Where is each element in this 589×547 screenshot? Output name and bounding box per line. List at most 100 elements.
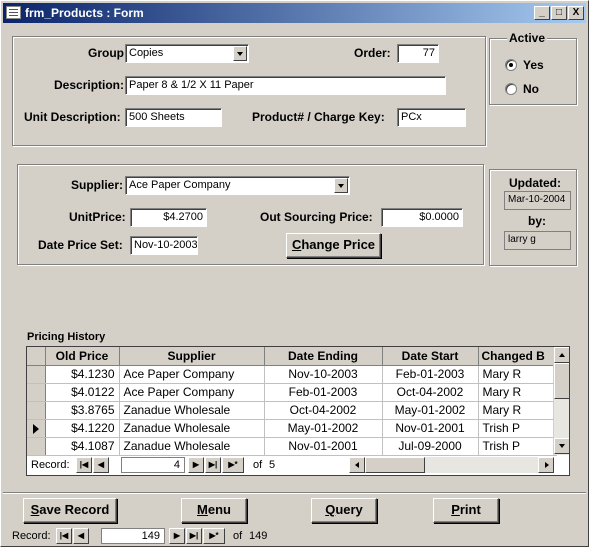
print-button[interactable]: Print bbox=[433, 498, 499, 523]
title-bar: frm_Products : Form _ □ X bbox=[3, 3, 586, 23]
scroll-thumb[interactable] bbox=[554, 363, 569, 399]
group-combo[interactable]: Copies bbox=[125, 44, 249, 63]
column-header[interactable]: Date Ending bbox=[264, 347, 383, 366]
table-cell[interactable]: May-01-2002 bbox=[382, 401, 479, 420]
column-header[interactable]: Date Start bbox=[382, 347, 479, 366]
prev-record-icon[interactable]: ◀ bbox=[93, 457, 109, 473]
table-row[interactable]: $3.8765 Zanadue Wholesale Oct-04-2002 May-0… bbox=[27, 401, 557, 420]
active-no-radio[interactable] bbox=[505, 83, 517, 95]
last-record-icon[interactable]: ▶| bbox=[186, 528, 202, 544]
active-yes-radio[interactable] bbox=[505, 59, 517, 71]
scroll-right-icon[interactable] bbox=[538, 457, 554, 473]
close-button[interactable]: X bbox=[568, 6, 584, 20]
row-selector[interactable] bbox=[27, 383, 46, 402]
table-cell[interactable]: Feb-01-2003 bbox=[382, 365, 479, 384]
table-cell[interactable]: Zanadue Wholesale bbox=[119, 437, 265, 456]
table-cell[interactable]: Feb-01-2003 bbox=[264, 383, 383, 402]
save-record-button[interactable]: Save Record bbox=[23, 498, 117, 523]
table-cell[interactable]: May-01-2002 bbox=[264, 419, 383, 438]
date-price-set-input[interactable]: Nov-10-2003 bbox=[130, 236, 198, 255]
table-cell[interactable]: Oct-04-2002 bbox=[382, 383, 479, 402]
pricing-history-grid[interactable]: Old Price Supplier Date Ending Date Star… bbox=[26, 346, 570, 476]
unit-description-input[interactable]: 500 Sheets bbox=[125, 108, 222, 127]
unit-price-input[interactable]: $4.2700 bbox=[130, 208, 207, 227]
last-record-icon[interactable]: ▶| bbox=[205, 457, 221, 473]
supplier-label: Supplier: bbox=[71, 178, 124, 192]
order-label: Order: bbox=[354, 46, 391, 60]
table-cell[interactable]: Ace Paper Company bbox=[119, 365, 265, 384]
table-cell[interactable]: Jul-09-2000 bbox=[382, 437, 479, 456]
print-label: Print bbox=[451, 502, 481, 517]
table-cell[interactable]: Oct-04-2002 bbox=[264, 401, 383, 420]
menu-label: Menu bbox=[197, 502, 231, 517]
next-record-icon[interactable]: ▶ bbox=[188, 457, 204, 473]
scroll-up-icon[interactable] bbox=[554, 347, 569, 363]
table-cell[interactable]: $3.8765 bbox=[45, 401, 120, 420]
order-input[interactable]: 77 bbox=[397, 44, 439, 63]
form-icon bbox=[6, 6, 21, 19]
table-row[interactable]: $4.1220 Zanadue Wholesale May-01-2002 Nov-0… bbox=[27, 419, 557, 438]
scroll-down-icon[interactable] bbox=[554, 438, 569, 454]
table-cell[interactable]: $4.1230 bbox=[45, 365, 120, 384]
grid-vertical-scrollbar[interactable] bbox=[553, 347, 569, 455]
supplier-combo[interactable]: Ace Paper Company bbox=[125, 176, 350, 195]
next-record-icon[interactable]: ▶ bbox=[169, 528, 185, 544]
chevron-down-icon[interactable] bbox=[233, 46, 247, 61]
table-cell[interactable]: Trish P bbox=[478, 437, 557, 456]
table-row[interactable]: $4.1230 Ace Paper Company Nov-10-2003 Feb-0… bbox=[27, 365, 557, 384]
form-current-record[interactable]: 149 bbox=[101, 528, 165, 544]
table-row[interactable]: $4.0122 Ace Paper Company Feb-01-2003 Oct-0… bbox=[27, 383, 557, 402]
query-button[interactable]: Query bbox=[311, 498, 377, 523]
form-record-navigator: Record: |◀ ◀ 149 ▶ ▶| ▶* of 149 bbox=[9, 528, 309, 545]
first-record-icon[interactable]: |◀ bbox=[76, 457, 92, 473]
charge-key-label: Product# / Charge Key: bbox=[252, 110, 385, 124]
new-record-icon[interactable]: ▶* bbox=[222, 457, 244, 473]
table-cell[interactable]: $4.1220 bbox=[45, 419, 120, 438]
column-header[interactable]: Supplier bbox=[119, 347, 265, 366]
unit-description-label: Unit Description: bbox=[24, 110, 121, 124]
change-price-label: Change Price bbox=[291, 237, 376, 252]
minimize-button[interactable]: _ bbox=[534, 6, 550, 20]
grid-current-record[interactable]: 4 bbox=[121, 457, 185, 473]
table-cell[interactable]: Mary R bbox=[478, 401, 557, 420]
prev-record-icon[interactable]: ◀ bbox=[73, 528, 89, 544]
row-selector[interactable] bbox=[27, 401, 46, 420]
maximize-button[interactable]: □ bbox=[551, 6, 567, 20]
first-record-icon[interactable]: |◀ bbox=[56, 528, 72, 544]
table-cell[interactable]: Trish P bbox=[478, 419, 557, 438]
charge-key-input[interactable]: PCx bbox=[397, 108, 466, 127]
table-cell[interactable]: Mary R bbox=[478, 383, 557, 402]
form-total-records: 149 bbox=[249, 530, 268, 542]
table-cell[interactable]: Zanadue Wholesale bbox=[119, 419, 265, 438]
description-input[interactable]: Paper 8 & 1/2 X 11 Paper bbox=[125, 76, 446, 95]
table-cell[interactable]: $4.1087 bbox=[45, 437, 120, 456]
table-cell[interactable]: Nov-10-2003 bbox=[264, 365, 383, 384]
column-header[interactable]: Old Price bbox=[45, 347, 120, 366]
table-cell[interactable]: Nov-01-2001 bbox=[264, 437, 383, 456]
row-selector[interactable] bbox=[27, 419, 46, 438]
scroll-left-icon[interactable] bbox=[349, 457, 365, 473]
table-cell[interactable]: Nov-01-2001 bbox=[382, 419, 479, 438]
out-sourcing-input[interactable]: $0.0000 bbox=[381, 208, 463, 227]
out-sourcing-label: Out Sourcing Price: bbox=[260, 210, 373, 224]
date-price-set-label: Date Price Set: bbox=[38, 238, 123, 252]
table-cell[interactable]: $4.0122 bbox=[45, 383, 120, 402]
hscroll-thumb[interactable] bbox=[365, 457, 425, 473]
table-row[interactable]: $4.1087 Zanadue Wholesale Nov-01-2001 Jul-0… bbox=[27, 437, 557, 456]
row-selector[interactable] bbox=[27, 365, 46, 384]
pricing-history-table: Old Price Supplier Date Ending Date Star… bbox=[27, 347, 557, 456]
table-cell[interactable]: Zanadue Wholesale bbox=[119, 401, 265, 420]
change-price-button[interactable]: Change Price bbox=[286, 233, 381, 258]
menu-button[interactable]: Menu bbox=[181, 498, 247, 523]
group-value: Copies bbox=[129, 47, 164, 59]
unit-price-label: UnitPrice: bbox=[69, 210, 126, 224]
new-record-icon[interactable]: ▶* bbox=[203, 528, 225, 544]
column-header[interactable]: Changed B bbox=[478, 347, 557, 366]
table-cell[interactable]: Mary R bbox=[478, 365, 557, 384]
grid-horizontal-scrollbar[interactable] bbox=[349, 457, 554, 473]
chevron-down-icon[interactable] bbox=[334, 178, 348, 193]
table-cell[interactable]: Ace Paper Company bbox=[119, 383, 265, 402]
grid-of-label: of bbox=[253, 459, 263, 471]
row-selector[interactable] bbox=[27, 437, 46, 456]
group-label: Group bbox=[88, 46, 124, 60]
